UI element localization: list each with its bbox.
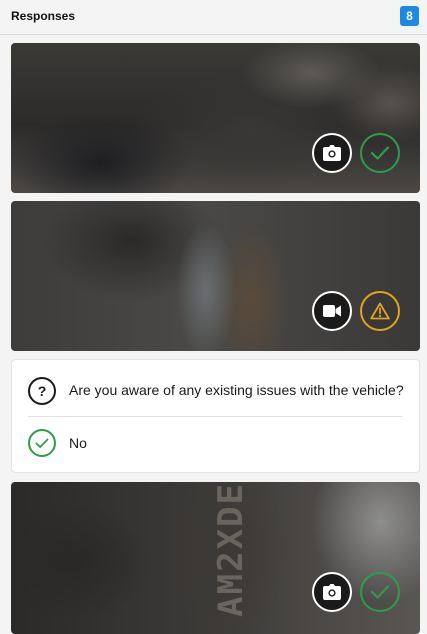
responses-title: Responses — [11, 9, 76, 23]
camera-icon[interactable] — [312, 133, 352, 173]
photo-response-card[interactable] — [11, 43, 420, 193]
video-response-card[interactable] — [11, 201, 420, 351]
responses-header: Responses 8 — [0, 0, 427, 35]
answer-text: No — [69, 435, 87, 451]
photo-vin-text: AM2XDE — [211, 482, 251, 617]
question-divider — [28, 416, 403, 417]
checkmark-icon — [360, 133, 400, 173]
camera-icon[interactable] — [312, 572, 352, 612]
checkmark-icon — [360, 572, 400, 612]
warning-triangle-icon — [360, 291, 400, 331]
video-camera-icon[interactable] — [312, 291, 352, 331]
question-response-card: ? Are you aware of any existing issues w… — [11, 359, 420, 473]
motorcycle-engine-photo[interactable] — [11, 43, 420, 193]
photo-response-card[interactable]: AM2XDE — [11, 482, 420, 634]
checkmark-icon — [28, 429, 56, 457]
question-text: Are you aware of any existing issues wit… — [69, 382, 404, 398]
responses-count-badge: 8 — [400, 6, 419, 26]
question-mark-icon: ? — [28, 377, 56, 405]
motorcycle-front-video-thumbnail[interactable] — [11, 201, 420, 351]
